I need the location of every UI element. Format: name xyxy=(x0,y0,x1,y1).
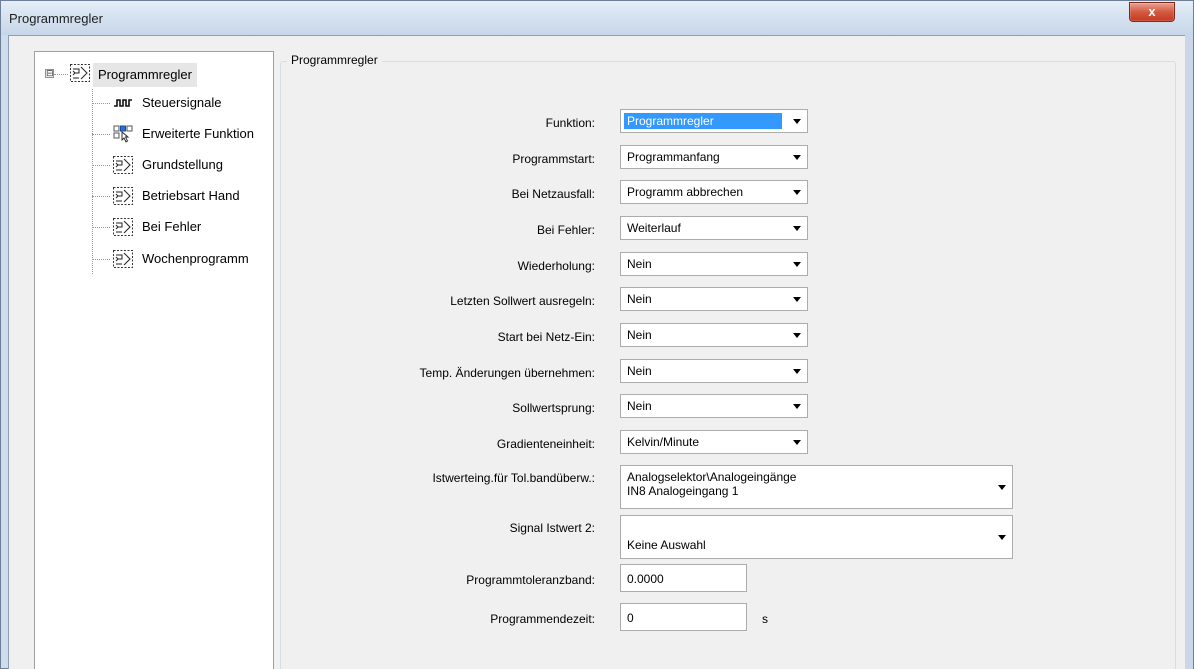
tree-connector xyxy=(92,134,110,135)
tree-item-label: Grundstellung xyxy=(142,157,223,172)
dropdown-arrow-icon[interactable] xyxy=(793,190,801,195)
program-controller-icon xyxy=(113,156,133,174)
wiederholung-value: Nein xyxy=(627,257,652,271)
tree-connector xyxy=(92,89,93,274)
wiederholung-label: Wiederholung: xyxy=(517,259,595,273)
endezeit-value: 0 xyxy=(627,611,634,625)
sollwertsprung-value: Nein xyxy=(627,399,652,413)
dropdown-arrow-icon[interactable] xyxy=(793,262,801,267)
tree-item-label: Betriebsart Hand xyxy=(142,188,240,203)
bei-fehler-select[interactable]: Weiterlauf xyxy=(620,216,808,240)
temp-aenderungen-label: Temp. Änderungen übernehmen: xyxy=(419,366,595,380)
client-area: ⊟ Programmregler Steuersignale Erweitert… xyxy=(8,35,1186,669)
istwerteingang-value-line2: IN8 Analogeingang 1 xyxy=(627,484,739,498)
toleranzband-label: Programmtoleranzband: xyxy=(466,573,595,587)
endezeit-label: Programmendezeit: xyxy=(490,612,595,626)
funktion-label: Funktion: xyxy=(545,116,595,130)
programmstart-select[interactable]: Programmanfang xyxy=(620,145,808,169)
dropdown-arrow-icon[interactable] xyxy=(793,333,801,338)
tree-connector xyxy=(92,227,110,228)
start-netz-ein-value: Nein xyxy=(627,328,652,342)
gradienteneinheit-select[interactable]: Kelvin/Minute xyxy=(620,430,808,454)
dropdown-arrow-icon[interactable] xyxy=(998,485,1006,490)
tree-item-label: Wochenprogramm xyxy=(142,251,249,266)
window-title: Programmregler xyxy=(9,11,103,26)
signal-istwert2-select[interactable]: Keine Auswahl xyxy=(620,515,1013,559)
tree-connector xyxy=(92,165,110,166)
istwerteingang-select[interactable]: Analogselektor\Analogeingänge IN8 Analog… xyxy=(620,465,1013,509)
netzausfall-value: Programm abbrechen xyxy=(627,185,744,199)
wiederholung-select[interactable]: Nein xyxy=(620,252,808,276)
tree-connector xyxy=(54,74,68,75)
programmstart-label: Programmstart: xyxy=(512,152,595,166)
endezeit-input[interactable]: 0 xyxy=(620,603,747,631)
navigation-tree: ⊟ Programmregler Steuersignale Erweitert… xyxy=(34,51,274,669)
program-controller-icon xyxy=(113,250,133,268)
dialog-window: Programmregler x ⊟ Programmregler Steuer… xyxy=(0,0,1194,669)
toleranzband-input[interactable]: 0.0000 xyxy=(620,564,747,592)
letzten-sollwert-select[interactable]: Nein xyxy=(620,287,808,311)
settings-group: Programmregler Funktion: Programmregler … xyxy=(280,53,1176,669)
dropdown-arrow-icon[interactable] xyxy=(793,404,801,409)
tree-item-label: Erweiterte Funktion xyxy=(142,126,254,141)
dropdown-arrow-icon[interactable] xyxy=(793,119,801,124)
title-bar[interactable]: Programmregler x xyxy=(1,1,1193,35)
dropdown-arrow-icon[interactable] xyxy=(793,155,801,160)
collapse-icon[interactable]: ⊟ xyxy=(45,69,54,78)
tree-connector xyxy=(92,259,110,260)
dropdown-arrow-icon[interactable] xyxy=(793,226,801,231)
temp-aenderungen-value: Nein xyxy=(627,364,652,378)
programmstart-value: Programmanfang xyxy=(627,150,720,164)
signal-istwert2-value: Keine Auswahl xyxy=(627,538,706,552)
close-button[interactable]: x xyxy=(1129,2,1175,22)
group-title: Programmregler xyxy=(287,53,382,67)
dropdown-arrow-icon[interactable] xyxy=(793,440,801,445)
tree-item-label: Steuersignale xyxy=(142,95,222,110)
gradienteneinheit-label: Gradienteneinheit: xyxy=(496,437,595,451)
netzausfall-label: Bei Netzausfall: xyxy=(511,187,595,201)
sollwertsprung-label: Sollwertsprung: xyxy=(512,401,595,415)
tree-root-label: Programmregler xyxy=(93,63,197,87)
tree-connector xyxy=(92,196,110,197)
program-controller-icon xyxy=(113,218,133,236)
tree-item-label: Bei Fehler xyxy=(142,219,202,234)
netzausfall-select[interactable]: Programm abbrechen xyxy=(620,180,808,204)
extended-functions-icon xyxy=(113,125,133,143)
temp-aenderungen-select[interactable]: Nein xyxy=(620,359,808,383)
bei-fehler-label: Bei Fehler: xyxy=(536,223,595,237)
tree-connector xyxy=(92,103,110,104)
letzten-sollwert-label: Letzten Sollwert ausregeln: xyxy=(450,294,595,308)
window-edge xyxy=(1185,35,1193,669)
sollwertsprung-select[interactable]: Nein xyxy=(620,394,808,418)
program-controller-icon xyxy=(113,187,133,205)
funktion-select[interactable]: Programmregler xyxy=(620,109,808,133)
dropdown-arrow-icon[interactable] xyxy=(793,297,801,302)
toleranzband-value: 0.0000 xyxy=(627,572,664,586)
signal-istwert2-label: Signal Istwert 2: xyxy=(509,521,595,535)
dropdown-arrow-icon[interactable] xyxy=(793,369,801,374)
program-controller-icon xyxy=(70,64,90,82)
pulse-signal-icon xyxy=(114,99,132,107)
gradienteneinheit-value: Kelvin/Minute xyxy=(627,435,700,449)
funktion-value: Programmregler xyxy=(624,113,782,129)
letzten-sollwert-value: Nein xyxy=(627,292,652,306)
istwerteingang-label: Istwerteing.für Tol.bandüberw.: xyxy=(432,471,595,485)
endezeit-unit: s xyxy=(762,612,768,626)
dropdown-arrow-icon[interactable] xyxy=(998,535,1006,540)
start-netz-ein-select[interactable]: Nein xyxy=(620,323,808,347)
bei-fehler-value: Weiterlauf xyxy=(627,221,681,235)
start-netz-ein-label: Start bei Netz-Ein: xyxy=(497,330,595,344)
